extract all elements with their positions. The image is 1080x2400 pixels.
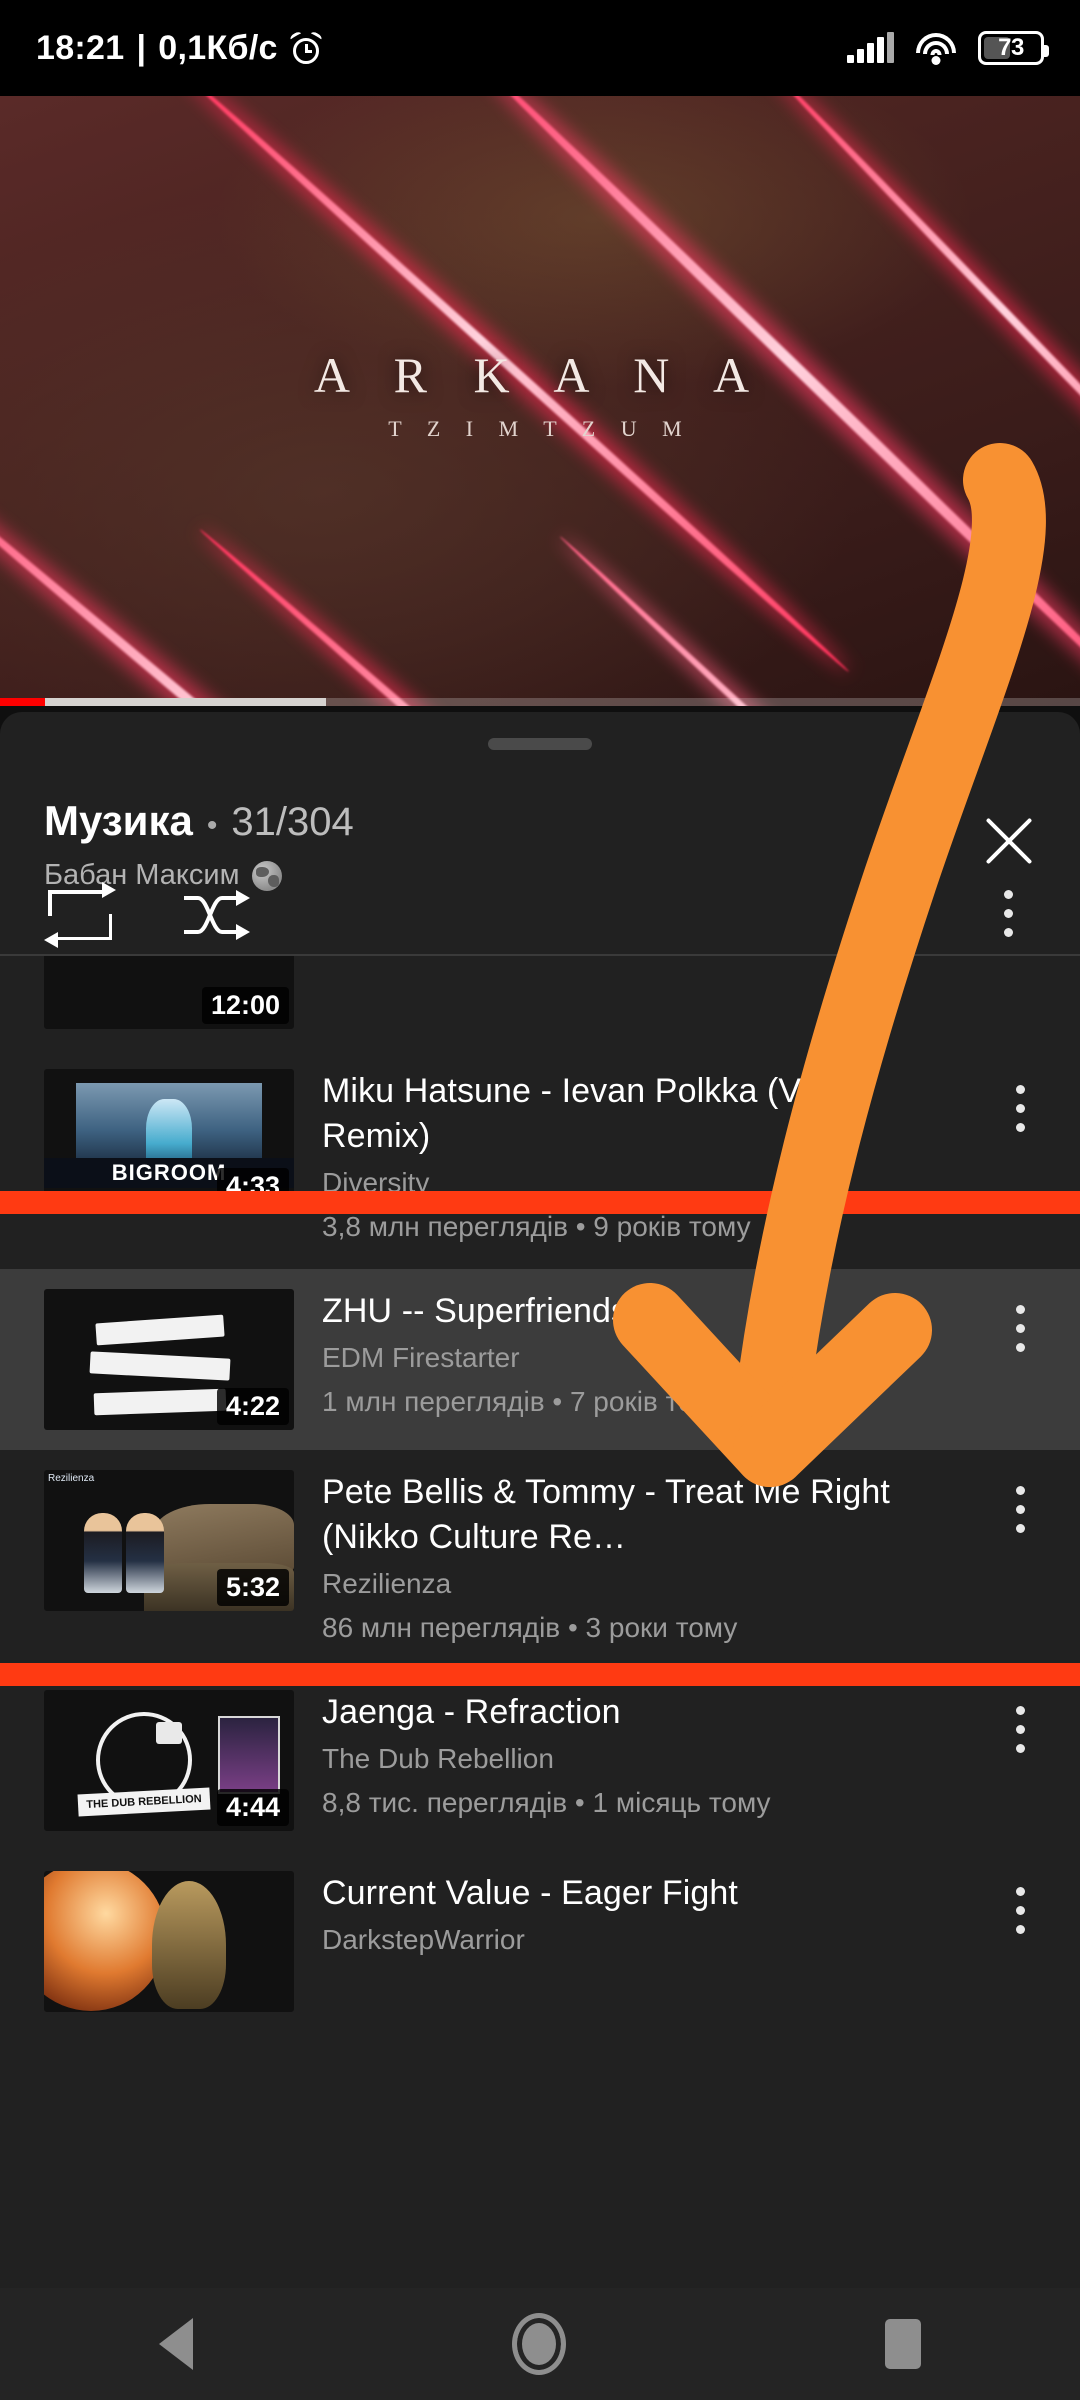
video-channel: DarkstepWarrior	[322, 1924, 525, 1955]
queue-panel-header: Музика • 31/304 Бабан Максим	[0, 712, 1080, 954]
video-stats: 86 млн переглядів • 3 роки тому	[322, 1612, 738, 1643]
status-clock: 18:21	[36, 28, 125, 67]
red-strike-line-lower	[0, 1663, 1080, 1686]
table-row[interactable]: Current Value - Eager Fight DarkstepWarri…	[0, 1851, 1080, 2032]
video-duration: 4:44	[216, 1789, 289, 1826]
cellular-signal-icon	[847, 32, 894, 63]
video-overflow-menu-button[interactable]	[1000, 1871, 1040, 1934]
status-bar-right: 73	[847, 31, 1049, 65]
shuffle-icon[interactable]	[178, 884, 254, 946]
video-title-sub: T Z I M T Z U M	[388, 416, 692, 441]
video-meta: Pete Bellis & Tommy - Treat Me Right (Ni…	[294, 1470, 1000, 1650]
back-triangle-icon[interactable]	[159, 2318, 194, 2370]
video-player[interactable]: A R K A N A T Z I M T Z U M	[0, 96, 1080, 706]
phone-screen: 18:21 | 0,1Кб/с 73 A R K A N A T Z I M T…	[0, 0, 1080, 2400]
video-meta: Jaenga - Refraction The Dub Rebellion 8,8 …	[294, 1690, 1000, 1825]
table-row[interactable]: 12:00	[0, 956, 1080, 1049]
close-button[interactable]	[976, 808, 1042, 874]
video-thumbnail[interactable]	[44, 1871, 294, 2012]
playlist-name: Музика	[44, 797, 193, 844]
video-thumbnail[interactable]: Rezilienza 5:32	[44, 1470, 294, 1611]
playback-controls-row	[0, 882, 1080, 954]
battery-percent-label: 73	[998, 34, 1024, 61]
thumb-overlay-label: BIGROOM	[111, 1160, 227, 1185]
battery-icon: 73	[978, 31, 1049, 65]
video-overlay-title: A R K A N A T Z I M T Z U M	[0, 346, 1080, 442]
video-duration: 12:00	[201, 987, 289, 1024]
queue-video-list[interactable]: 12:00 BIGROOM 4:33 Miku Hatsune - Ievan Pol…	[0, 956, 1080, 2288]
video-thumbnail[interactable]: 12:00	[44, 956, 294, 1029]
video-title: Miku Hatsune - Ievan Polkka (VSNS Remix)	[322, 1072, 872, 1155]
home-circle-icon[interactable]	[511, 2313, 566, 2375]
status-separator: |	[136, 28, 147, 67]
video-duration: 5:32	[216, 1569, 289, 1606]
table-row[interactable]: BIGROOM 4:33 Miku Hatsune - Ievan Polkka (…	[0, 1049, 1080, 1269]
status-bar: 18:21 | 0,1Кб/с 73	[0, 0, 1080, 96]
video-channel: Rezilienza	[322, 1568, 452, 1599]
wifi-icon	[916, 33, 956, 65]
network-speed-label: 0,1Кб/с	[158, 28, 278, 67]
video-meta: ZHU -- Superfriends EDM Firestarter 1 млн …	[294, 1289, 1000, 1424]
video-overflow-menu-button[interactable]	[1000, 1069, 1040, 1132]
video-title: Pete Bellis & Tommy - Treat Me Right (Ni…	[322, 1473, 890, 1556]
video-thumbnail[interactable]: 4:22	[44, 1289, 294, 1430]
video-channel: The Dub Rebellion	[322, 1743, 554, 1774]
red-strike-line-upper	[0, 1191, 1080, 1214]
android-navigation-bar	[0, 2288, 1080, 2400]
alarm-clock-icon	[288, 30, 323, 64]
video-overflow-menu-button[interactable]	[1000, 1470, 1040, 1533]
video-title-main: A R K A N A	[313, 347, 767, 403]
queue-overflow-menu-button[interactable]	[988, 890, 1028, 946]
queue-panel: Музика • 31/304 Бабан Максим 12:00 BIGRO…	[0, 712, 1080, 2288]
repeat-icon[interactable]	[44, 882, 116, 948]
table-row[interactable]: Rezilienza 5:32 Pete Bellis & Tommy - Trea…	[0, 1450, 1080, 1670]
title-separator-dot: •	[206, 809, 218, 842]
video-overflow-menu-button[interactable]	[1000, 1690, 1040, 1753]
table-row[interactable]: THE DUB REBELLION 4:44 Jaenga - Refraction…	[0, 1670, 1080, 1851]
video-channel: EDM Firestarter	[322, 1342, 520, 1373]
video-title: Current Value - Eager Fight	[322, 1874, 738, 1912]
video-thumbnail[interactable]: BIGROOM 4:33	[44, 1069, 294, 1210]
playlist-title-row: Музика • 31/304	[44, 797, 354, 845]
recents-square-icon[interactable]	[884, 2319, 921, 2369]
video-stats: 8,8 тис. переглядів • 1 місяць тому	[322, 1787, 771, 1818]
video-meta: Miku Hatsune - Ievan Polkka (VSNS Remix)…	[294, 1069, 1000, 1249]
video-overflow-menu-button[interactable]	[1000, 1289, 1040, 1352]
video-title: ZHU -- Superfriends	[322, 1292, 629, 1330]
video-title: Jaenga - Refraction	[322, 1693, 621, 1731]
progress-played	[0, 698, 46, 706]
playlist-position-count: 31/304	[231, 800, 354, 844]
table-row[interactable]: 4:22 ZHU -- Superfriends EDM Firestarter 1 …	[0, 1269, 1080, 1450]
video-meta: Current Value - Eager Fight DarkstepWarri…	[294, 1871, 1000, 1962]
progress-buffered	[0, 698, 327, 706]
video-thumbnail[interactable]: THE DUB REBELLION 4:44	[44, 1690, 294, 1831]
video-stats: 1 млн переглядів • 7 років тому	[322, 1386, 728, 1417]
status-bar-left: 18:21 | 0,1Кб/с	[36, 28, 323, 68]
video-duration: 4:22	[216, 1388, 289, 1425]
video-progress-bar[interactable]	[0, 698, 1080, 706]
